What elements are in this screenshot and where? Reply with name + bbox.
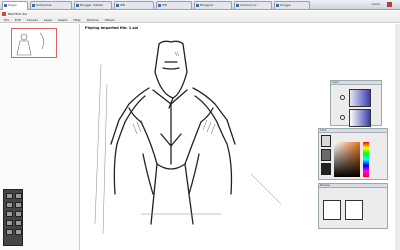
pencil-tool-icon[interactable] — [6, 220, 13, 226]
hue-slider[interactable] — [363, 142, 369, 177]
tool-palette — [3, 189, 23, 246]
tab-label: IPB — [120, 3, 125, 7]
marker-tool-icon[interactable] — [6, 211, 13, 217]
water-tool-icon[interactable] — [15, 211, 22, 217]
menu-select[interactable]: Select — [58, 17, 67, 23]
app-icon — [2, 12, 6, 16]
tab-label: Blogger: Rafael — [80, 3, 103, 7]
tab-favicon-icon — [236, 4, 239, 7]
sai-window: { "browser": { "tabs": ["Imgur", "Ustrea… — [0, 0, 400, 250]
tab-label: IPB — [162, 3, 167, 7]
airbrush-tool-icon[interactable] — [15, 202, 22, 208]
tab-favicon-icon — [158, 4, 161, 7]
layers-panel-title: Layer — [331, 81, 381, 85]
navigator-thumbnail[interactable] — [11, 28, 57, 58]
preview-panel: Preview — [318, 183, 388, 229]
tab-label: Ustream.tv — [240, 3, 257, 7]
tab-favicon-icon — [116, 4, 119, 7]
pen-tool-icon[interactable] — [15, 193, 22, 199]
navigator-preview — [16, 32, 44, 56]
preview-panel-title: Preview — [319, 184, 387, 188]
browser-tab[interactable]: Blogger: Rafael — [74, 1, 112, 9]
browser-tab[interactable]: Blogspot — [194, 1, 232, 9]
menu-layer[interactable]: Layer — [44, 17, 52, 23]
menu-filter[interactable]: Filter — [73, 17, 80, 23]
color-panel-title: Color — [319, 129, 387, 133]
tab-favicon-icon — [76, 4, 79, 7]
menu-file[interactable]: File — [4, 17, 9, 23]
menu-window[interactable]: Window — [87, 17, 99, 23]
browser-tab[interactable]: IPB — [156, 1, 192, 9]
brush-tool-icon[interactable] — [6, 193, 13, 199]
menu-edit[interactable]: Edit — [15, 17, 21, 23]
preview-frame — [323, 200, 341, 220]
layer-visibility-icon[interactable] — [340, 95, 345, 100]
layers-panel: Layer — [330, 80, 382, 127]
menu-others[interactable]: Others — [105, 17, 115, 23]
tab-label: Imgur — [8, 3, 17, 7]
vertical-scrollbar[interactable] — [395, 24, 400, 250]
tab-favicon-icon — [276, 4, 279, 7]
app-title: PaintTool SAI — [8, 12, 28, 16]
layer-thumbnail[interactable] — [349, 109, 371, 127]
color-swatch[interactable] — [321, 163, 331, 175]
layer-visibility-icon[interactable] — [340, 115, 345, 120]
preview-frame — [345, 200, 363, 220]
tab-label: Blogspot — [200, 3, 214, 7]
browser-tab[interactable]: blogger — [274, 1, 310, 9]
menu-bar: File Edit Canvas Layer Select Filter Win… — [0, 17, 400, 23]
browser-tab[interactable]: Ustreamer — [30, 1, 72, 9]
foreground-color-swatch[interactable] — [321, 149, 331, 161]
bucket-tool-icon[interactable] — [6, 229, 13, 235]
tab-favicon-icon — [4, 4, 7, 7]
color-panel: Color — [318, 128, 388, 180]
tab-favicon-icon — [196, 4, 199, 7]
menu-canvas[interactable]: Canvas — [27, 17, 38, 23]
layer-thumbnail[interactable] — [349, 89, 371, 107]
color-gradient-picker[interactable] — [334, 142, 360, 177]
tab-label: Ustreamer — [36, 3, 52, 7]
background-color-swatch[interactable] — [321, 135, 331, 147]
file-status: Playing imported file: 1.sai — [85, 26, 139, 30]
select-tool-icon[interactable] — [15, 220, 22, 226]
close-window-icon[interactable] — [387, 2, 392, 7]
tab-label: blogger — [280, 3, 292, 7]
binary-pen-tool-icon[interactable] — [15, 229, 22, 235]
browser-tab[interactable]: Ustream.tv — [234, 1, 272, 9]
browser-tabbar: Imgur Ustreamer Blogger: Rafael IPB IPB … — [0, 0, 400, 10]
user-name: name — [371, 2, 380, 6]
browser-tab[interactable]: IPB — [114, 1, 154, 9]
eraser-tool-icon[interactable] — [6, 202, 13, 208]
browser-tab[interactable]: Imgur — [2, 1, 28, 10]
tab-favicon-icon — [32, 4, 35, 7]
